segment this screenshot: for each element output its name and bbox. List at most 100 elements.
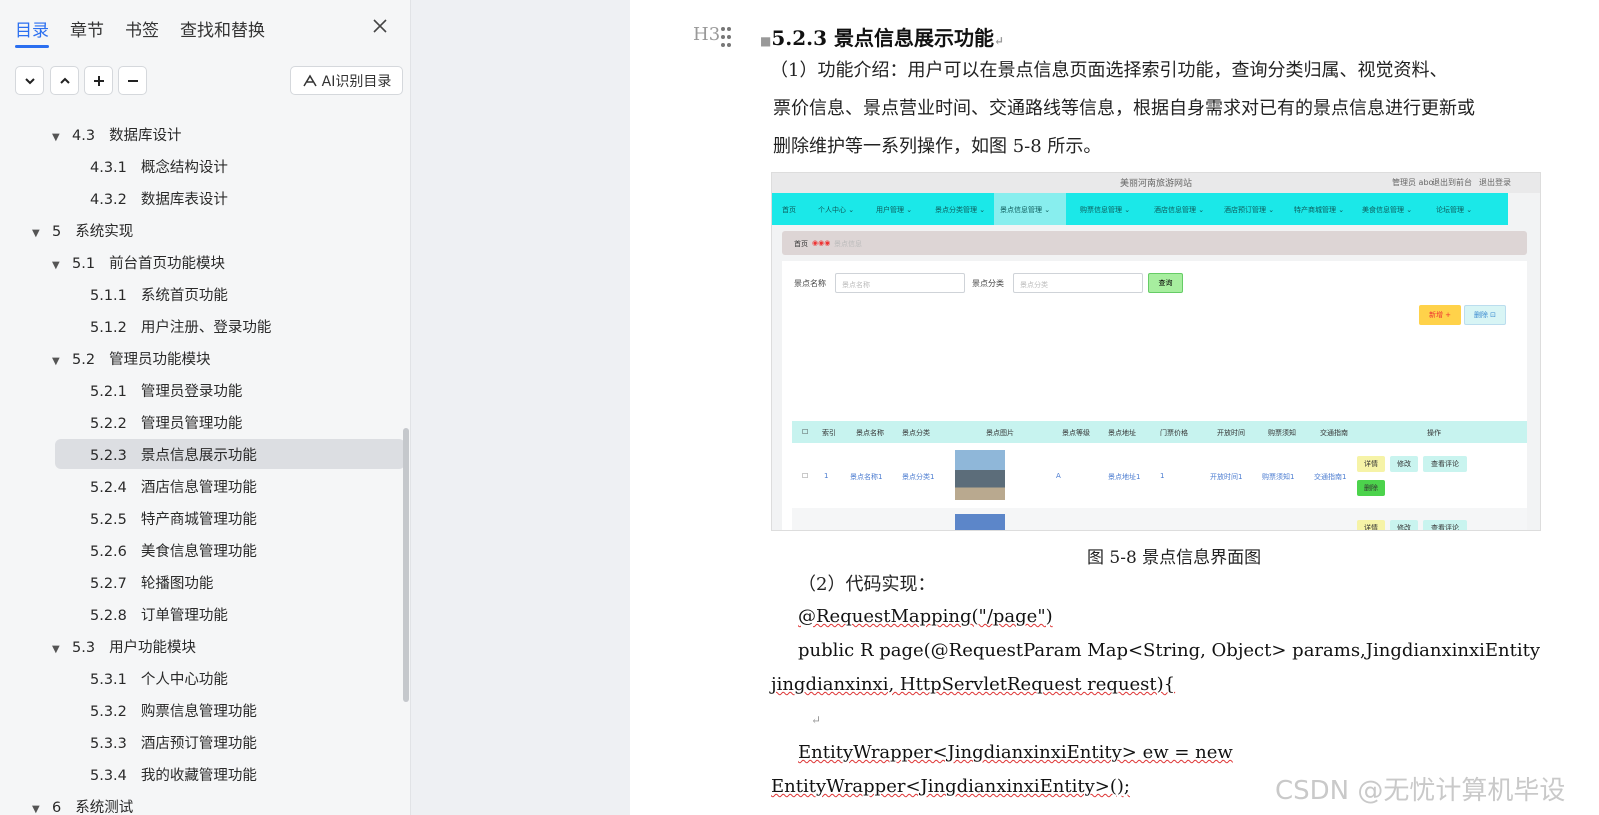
code-line-2[interactable]: public R page(@RequestParam Map<String, … [798,640,1540,661]
toc-item-6[interactable]: ▼ 6 系统测试 [0,791,404,815]
chevron-up-icon [59,77,70,84]
toc-title: 概念结构设计 [140,159,228,176]
toc-item-4-3[interactable]: ▼ 4.3 数据库设计 [0,119,404,149]
toc-number: 5.2.3 [90,447,127,464]
toc-item-content: 5.3.1 个人中心功能 [90,668,228,689]
toc-item-5-2[interactable]: ▼ 5.2 管理员功能模块 [0,343,404,373]
caret-down-icon[interactable]: ▼ [32,804,44,815]
toc-item-5[interactable]: ▼ 5 系统实现 [0,215,404,245]
figure-column-header: 景点分类 [902,429,930,437]
code-line-2-text: public R page(@RequestParam Map<String, … [798,640,1541,661]
code-line-4[interactable]: ↵ [811,708,821,729]
toc-item-4-3-2[interactable]: 4.3.2 数据库表设计 [0,183,404,213]
figure-row-action-button: 详情 [1357,456,1385,472]
toc-item-5-2-3[interactable]: 5.2.3 景点信息展示功能 [55,439,405,469]
caret-down-icon[interactable]: ▼ [52,644,64,655]
code-line-1[interactable]: @RequestMapping("/page") [798,606,1053,627]
toc-toolbar: AI识别目录 [0,64,410,100]
toc-title: 系统首页功能 [140,287,228,304]
toc-item-content: ▼ 6 系统测试 [32,796,133,815]
toc-item-5-2-8[interactable]: 5.2.8 订单管理功能 [0,599,404,629]
figure-menu-item: 酒店预订管理 ⌄ [1224,206,1275,214]
toc-number: 5.2.1 [90,383,127,400]
ai-toc-label: AI识别目录 [321,73,392,90]
toc-item-5-3-1[interactable]: 5.3.1 个人中心功能 [0,663,404,693]
close-icon[interactable] [368,14,392,38]
figure-cell-cat: 景点分类1 [902,473,935,481]
intro-paragraph-line-1[interactable]: （1）功能介绍：用户可以在景点信息页面选择索引功能，查询分类归属、视觉资料、 [770,52,1550,90]
promote-level-button[interactable] [84,66,113,95]
tab-toc[interactable]: 目录 [15,16,49,48]
figure-crumb-current: 景点信息 [834,240,862,248]
toc-item-4-3-1[interactable]: 4.3.1 概念结构设计 [0,151,404,181]
collapse-down-button[interactable] [15,66,44,95]
caret-down-icon[interactable]: ▼ [52,260,64,271]
figure-cell-idx: 1 [824,472,829,480]
caret-down-icon[interactable]: ▼ [52,356,64,367]
intro-paragraph-line-3[interactable]: 删除维护等一系列操作，如图 5-8 所示。 [773,128,1553,166]
toc-item-5-2-2[interactable]: 5.2.2 管理员管理功能 [0,407,404,437]
figure-row-action-button: 查看评论 [1423,520,1467,530]
caret-down-icon[interactable]: ▼ [32,228,44,239]
toc-item-content: 5.2.3 景点信息展示功能 [90,444,257,465]
section-heading[interactable]: ■5.2.3 景点信息展示功能↵ [760,22,1004,51]
toc-item-5-2-4[interactable]: 5.2.4 酒店信息管理功能 [0,471,404,501]
drag-handle-icon[interactable] [720,26,732,48]
plus-icon [93,75,104,86]
figure-column-header: 开放时间 [1217,429,1245,437]
toc-scrollbar[interactable] [403,428,409,702]
nav-tabs: 目录 章节 书签 查找和替换 [0,0,410,56]
figure-screenshot[interactable]: 美丽河南旅游网站 管理员 abo 退出到前台 退出登录 首页 个人中心 ⌄ 用户管理… [771,172,1541,531]
caret-down-icon[interactable]: ▼ [52,132,64,143]
toc-number: 5.3.4 [90,767,127,784]
toc-item-content: ▼ 5 系统实现 [32,220,133,241]
figure-crumb-icon: ◉◉◉ [812,239,831,247]
figure-menu-item: 特产商城管理 ⌄ [1294,206,1345,214]
figure-breadcrumb: 首页 ◉◉◉ 景点信息 [782,231,1527,255]
toc-item-5-2-7[interactable]: 5.2.7 轮播图功能 [0,567,404,597]
toc-item-content: ▼ 5.3 用户功能模块 [52,636,196,657]
toc-item-5-3-2[interactable]: 5.3.2 购票信息管理功能 [0,695,404,725]
code-intro[interactable]: （2）代码实现： [798,566,1578,604]
toc-title: 购票信息管理功能 [140,703,257,720]
code-line-6[interactable]: EntityWrapper<JingdianxinxiEntity>(); [771,776,1130,797]
figure-admin-user: 管理员 abo [1392,178,1434,187]
toc-item-content: 5.2.7 轮播图功能 [90,572,213,593]
toc-item-5-1[interactable]: ▼ 5.1 前台首页功能模块 [0,247,404,277]
figure-cell-guide: 交通指南1 [1314,473,1347,481]
toc-number: 5.1.2 [90,319,127,336]
tab-chapters[interactable]: 章节 [70,16,104,41]
toc-number: 4.3.2 [90,191,127,208]
toc-item-5-3-4[interactable]: 5.3.4 我的收藏管理功能 [0,759,404,789]
toc-item-5-2-1[interactable]: 5.2.1 管理员登录功能 [0,375,404,405]
figure-column-header: 索引 [822,429,836,437]
code-line-3[interactable]: jingdianxinxi, HttpServletRequest reques… [771,674,1175,695]
figure-cell-open: 开放时间1 [1210,473,1243,481]
figure-caption[interactable]: 图 5-8 景点信息界面图 [1087,543,1261,568]
toc-item-5-3-3[interactable]: 5.3.3 酒店预订管理功能 [0,727,404,757]
toc-item-5-1-1[interactable]: 5.1.1 系统首页功能 [0,279,404,309]
toc-title: 美食信息管理功能 [140,543,257,560]
demote-level-button[interactable] [118,66,147,95]
figure-search-label-2: 景点分类 [972,279,1004,288]
expand-up-button[interactable] [50,66,79,95]
tab-find-replace[interactable]: 查找和替换 [180,16,265,41]
toc-title: 数据库表设计 [140,191,228,208]
code-line-5[interactable]: EntityWrapper<JingdianxinxiEntity> ew = … [798,742,1233,763]
tab-bookmarks[interactable]: 书签 [125,16,159,41]
toc-item-5-2-5[interactable]: 5.2.5 特产商城管理功能 [0,503,404,533]
figure-column-header: 交通指南 [1320,429,1348,437]
toc-item-content: 5.2.8 订单管理功能 [90,604,228,625]
ai-toc-button[interactable]: AI识别目录 [290,66,403,95]
intro-paragraph-line-2[interactable]: 票价信息、景点营业时间、交通路线等信息，根据自身需求对已有的景点信息进行更新或 [773,90,1553,128]
figure-column-header: 景点名称 [856,429,884,437]
figure-add-button: 新增 + [1419,305,1461,325]
toc-item-5-2-6[interactable]: 5.2.6 美食信息管理功能 [0,535,404,565]
toc-item-content: 5.2.6 美食信息管理功能 [90,540,257,561]
paragraph-mark: ↵ [993,34,1005,48]
toc-item-5-1-2[interactable]: 5.1.2 用户注册、登录功能 [0,311,404,341]
toc-item-5-3[interactable]: ▼ 5.3 用户功能模块 [0,631,404,661]
toc-item-content: 5.1.2 用户注册、登录功能 [90,316,271,337]
toc-title: 订单管理功能 [140,607,228,624]
figure-column-header: 景点地址 [1108,429,1136,437]
